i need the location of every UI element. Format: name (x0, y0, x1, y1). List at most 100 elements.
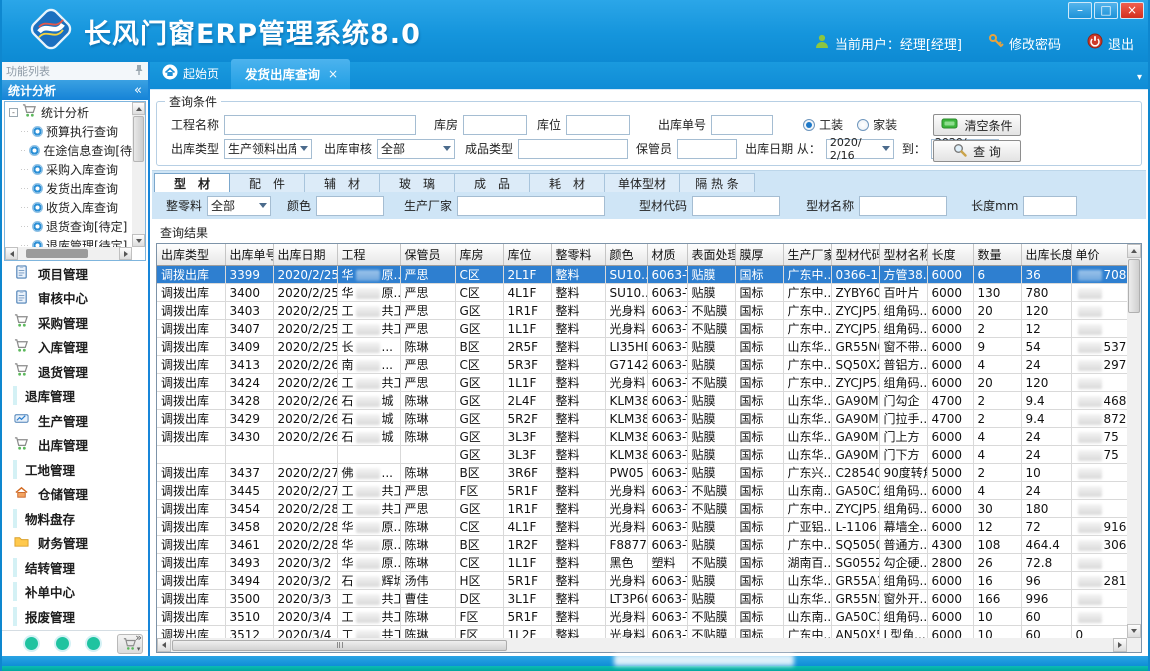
keeper-input[interactable] (677, 139, 737, 159)
date-from-picker[interactable]: 2020/ 2/16 (826, 139, 894, 159)
table-row[interactable]: 调拨出库34372020/2/27佛...陈琳B区3R6F整料PW056063-… (157, 464, 1127, 482)
table-row[interactable]: 调拨出库35122020/3/4工共工程陈琳F区1L2F整料光身料6063-T5… (157, 626, 1127, 639)
module-dot-icon[interactable] (56, 637, 69, 650)
product-type-input[interactable] (518, 139, 628, 159)
column-header[interactable]: 表面处理 (687, 244, 735, 266)
location-input[interactable] (566, 115, 630, 135)
search-button[interactable]: 查 询 (933, 140, 1021, 162)
sidebar-module-结转管理[interactable]: 结转管理 (2, 555, 148, 580)
sidebar-module-入库管理[interactable]: 入库管理 (2, 335, 148, 360)
column-header[interactable]: 出库类型 (157, 244, 225, 266)
material-tab[interactable]: 耗 材 (529, 173, 605, 192)
radio-gongzhuang[interactable]: 工装 (803, 116, 843, 133)
tree-item[interactable]: 退库管理[待定] (5, 236, 132, 247)
tree-item[interactable]: 预算执行查询 (5, 122, 132, 141)
scroll-thumb[interactable] (1128, 259, 1140, 313)
scroll-thumb[interactable] (172, 640, 507, 651)
tree-item[interactable]: 发货出库查询 (5, 179, 132, 198)
material-tab[interactable]: 配 件 (229, 173, 305, 192)
table-row[interactable]: 调拨出库34302020/2/26石城陈琳G区3L3F整料KLM38176063… (157, 428, 1127, 446)
table-row[interactable]: 调拨出库34942020/3/2石辉城汤伟H区5R1F整料光身料6063-T5贴… (157, 572, 1127, 590)
scroll-thumb[interactable] (133, 116, 144, 162)
tree-item[interactable]: 收货入库查询 (5, 198, 132, 217)
sidebar-module-退库管理[interactable]: 退库管理 (2, 384, 148, 409)
scroll-right-icon[interactable] (1113, 638, 1127, 652)
sidebar-module-出库管理[interactable]: 出库管理 (2, 433, 148, 458)
color-input[interactable] (316, 196, 384, 216)
table-row[interactable]: 调拨出库34612020/2/28华原...陈琳B区1R2F整料F8877FT6… (157, 536, 1127, 554)
grid-vertical-scrollbar[interactable] (1127, 244, 1141, 638)
tree-expander-icon[interactable]: - (9, 108, 18, 117)
sidebar-module-生产管理[interactable]: 生产管理 (2, 408, 148, 433)
column-header[interactable]: 长度 (927, 244, 973, 266)
grid-horizontal-scrollbar[interactable] (157, 638, 1127, 652)
sidebar-module-报废管理[interactable]: 报废管理 (2, 604, 148, 629)
overflow-chevron[interactable]: »▾ (135, 633, 142, 654)
sidebar-module-补单中心[interactable]: 补单中心 (2, 580, 148, 605)
column-header[interactable]: 单价 (1071, 244, 1127, 266)
column-header[interactable]: 出库长度 (1021, 244, 1071, 266)
radio-jiazhuang[interactable]: 家装 (857, 116, 897, 133)
module-dot-icon[interactable] (87, 637, 100, 650)
tree-item[interactable]: 在途信息查询[待 (5, 141, 132, 160)
table-row[interactable]: 调拨出库34282020/2/26石城陈琳G区2L4F整料KLM38176063… (157, 392, 1127, 410)
maximize-button[interactable]: □ (1094, 2, 1118, 19)
material-tab[interactable]: 玻 璃 (379, 173, 455, 192)
column-header[interactable]: 出库日期 (273, 244, 337, 266)
warehouse-input[interactable] (463, 115, 527, 135)
material-tab[interactable]: 成 品 (454, 173, 530, 192)
table-row[interactable]: 调拨出库34452020/2/27工共工程严思F区5R1F整料光身料6063-T… (157, 482, 1127, 500)
scroll-left-icon[interactable] (157, 638, 171, 652)
table-row[interactable]: 调拨出库34932020/3/2华原...陈琳C区1L1F整料黑色塑料不贴膜国标… (157, 554, 1127, 572)
table-row[interactable]: 调拨出库35102020/3/4工共工程陈琳F区5R1F整料光身料6063-T5… (157, 608, 1127, 626)
scroll-up-icon[interactable] (1127, 244, 1141, 258)
column-header[interactable]: 颜色 (605, 244, 647, 266)
table-row[interactable]: 调拨出库34582020/2/28华原...陈琳C区4L1F整料光身料6063-… (157, 518, 1127, 536)
column-header[interactable]: 型材代码 (831, 244, 879, 266)
whole-piece-select[interactable]: 全部 (207, 196, 271, 216)
table-row[interactable]: 调拨出库34002020/2/25华原...严思C区4L1F整料SU10...6… (157, 284, 1127, 302)
pin-icon[interactable] (134, 64, 144, 79)
profile-code-input[interactable] (692, 196, 780, 216)
table-row[interactable]: 调拨出库34542020/2/28工共工程严思G区1R1F整料光身料6063-T… (157, 500, 1127, 518)
column-header[interactable]: 材质 (647, 244, 687, 266)
column-header[interactable]: 型材名称 (879, 244, 927, 266)
close-button[interactable]: × (1120, 2, 1144, 19)
collapse-icon[interactable]: « (134, 83, 142, 98)
table-row[interactable]: 调拨出库35002020/3/3工共工程曹佳D区3L1F整料LT3P606063… (157, 590, 1127, 608)
length-input[interactable] (1023, 196, 1077, 216)
sidebar-module-财务管理[interactable]: 财务管理 (2, 531, 148, 556)
sidebar-module-仓储管理[interactable]: 仓储管理 (2, 482, 148, 507)
order-no-input[interactable] (711, 115, 773, 135)
sidebar-module-退货管理[interactable]: 退货管理 (2, 359, 148, 384)
sidebar-module-项目管理[interactable]: 项目管理 (2, 261, 148, 286)
scroll-thumb[interactable] (26, 249, 88, 258)
outbound-type-select[interactable]: 生产领料出库 (224, 139, 312, 159)
column-header[interactable]: 库房 (455, 244, 503, 266)
material-tab[interactable]: 单体型材 (604, 173, 680, 192)
sidebar-module-工地管理[interactable]: 工地管理 (2, 457, 148, 482)
table-row[interactable]: 调拨出库34292020/2/26石城陈琳G区5R2F整料KLM38176063… (157, 410, 1127, 428)
tree-root[interactable]: - 统计分析 (5, 102, 132, 122)
tree-horizontal-scrollbar[interactable] (5, 247, 132, 260)
tab-home[interactable]: 起始页 (154, 64, 231, 89)
column-header[interactable]: 工程 (337, 244, 400, 266)
change-password-button[interactable]: 修改密码 (988, 33, 1061, 53)
material-tab[interactable]: 辅 材 (304, 173, 380, 192)
table-row[interactable]: 调拨出库34072020/2/25工共工程严思G区1L1F整料光身料6063-T… (157, 320, 1127, 338)
column-header[interactable]: 数量 (973, 244, 1021, 266)
tab-overflow-icon[interactable]: ▾ (1137, 72, 1142, 83)
manufacturer-input[interactable] (457, 196, 605, 216)
sidebar-module-物料盘存[interactable]: 物料盘存 (2, 506, 148, 531)
column-header[interactable]: 生产厂家 (783, 244, 831, 266)
table-row[interactable]: 调拨出库34032020/2/25工共工程严思G区1R1F整料光身料6063-T… (157, 302, 1127, 320)
clear-conditions-button[interactable]: 清空条件 (933, 114, 1021, 136)
module-dot-icon[interactable] (25, 637, 38, 650)
column-header[interactable]: 保管员 (400, 244, 455, 266)
profile-name-input[interactable] (859, 196, 947, 216)
table-row[interactable]: 调拨出库34242020/2/26工共工程严思G区1L1F整料光身料6063-T… (157, 374, 1127, 392)
column-header[interactable]: 库位 (503, 244, 551, 266)
scroll-right-icon[interactable] (119, 247, 132, 260)
tab-close-icon[interactable]: × (328, 67, 338, 81)
table-row[interactable]: 调拨出库34132020/2/26南...严思C区5R3F整料G71422606… (157, 356, 1127, 374)
